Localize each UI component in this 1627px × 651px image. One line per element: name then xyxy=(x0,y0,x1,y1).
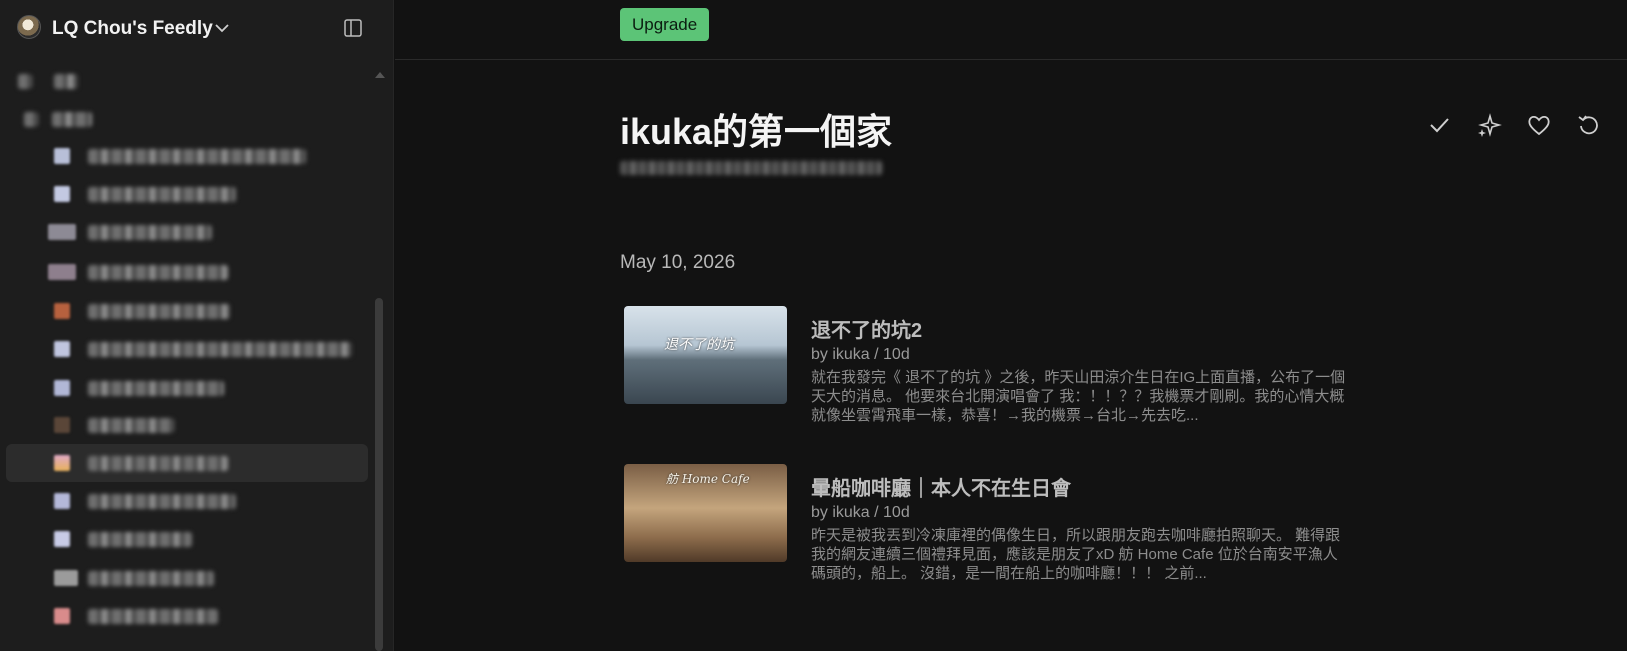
feed-description-blurred xyxy=(620,161,882,175)
sidebar-feed-item[interactable] xyxy=(6,330,368,368)
thumbnail-caption: 舫 Home Cafe xyxy=(666,472,750,486)
sidebar-feed-item[interactable] xyxy=(6,213,368,251)
sidebar-feed-item[interactable] xyxy=(6,369,368,407)
article-snippet: 就在我發完《 退不了的坑 》之後，昨天山田涼介生日在IG上面直播，公布了一個天大… xyxy=(811,369,1346,424)
blurred-label xyxy=(88,418,174,433)
sparkle-icon[interactable] xyxy=(1475,111,1503,139)
article-snippet: 昨天是被我丟到冷凍庫裡的偶像生日，所以跟朋友跑去咖啡廳拍照聊天。 難得跟我的網友… xyxy=(811,527,1341,582)
feed-favicon-icon xyxy=(48,264,76,280)
sidebar-header: LQ Chou's Feedly xyxy=(0,0,394,58)
scrollbar-thumb[interactable] xyxy=(375,298,383,651)
feed-favicon-icon xyxy=(54,493,70,509)
feed-favicon-icon xyxy=(54,417,70,433)
feed-favicon-icon xyxy=(54,303,70,319)
article-card[interactable]: 退不了的坑 退不了的坑2 by ikuka / 10d 就在我發完《 退不了的坑… xyxy=(624,306,1345,424)
blurred-label xyxy=(88,187,236,202)
article-thumbnail[interactable]: 退不了的坑 xyxy=(624,306,787,404)
feed-favicon-icon xyxy=(54,380,70,396)
feed-favicon-icon xyxy=(54,608,70,624)
blurred-label xyxy=(88,609,218,624)
blurred-label xyxy=(88,265,228,280)
feed-list xyxy=(0,60,380,651)
article-card[interactable]: 舫 Home Cafe 暈船咖啡廳｜本人不在生日會 by ikuka / 10d… xyxy=(624,464,1344,582)
sidebar-feed-item[interactable] xyxy=(6,175,368,213)
sidebar-feed-item-selected[interactable] xyxy=(6,444,368,482)
article-thumbnail[interactable]: 舫 Home Cafe xyxy=(624,464,787,562)
refresh-icon[interactable] xyxy=(1575,111,1603,139)
blurred-label xyxy=(88,342,352,357)
sidebar-feed-item[interactable] xyxy=(6,597,368,635)
sidebar-folder[interactable] xyxy=(6,100,368,138)
blurred-label xyxy=(54,74,78,89)
feed-favicon-icon xyxy=(54,455,70,471)
article-meta: by ikuka / 10d xyxy=(811,346,910,363)
blurred-label xyxy=(88,149,306,164)
scroll-up-arrow-icon[interactable] xyxy=(375,72,385,78)
sidebar-panel-icon[interactable] xyxy=(343,18,363,38)
feedly-app: LQ Chou's Feedly Upgrade ikuka的第一個家 May … xyxy=(0,0,1627,651)
top-bar: Upgrade xyxy=(395,0,1627,60)
blurred-label xyxy=(88,304,230,319)
article-title[interactable]: 退不了的坑2 xyxy=(811,314,922,343)
feed-title: ikuka的第一個家 xyxy=(620,111,893,152)
sidebar-feed-item[interactable] xyxy=(6,520,368,558)
sidebar-feed-item[interactable] xyxy=(6,559,368,597)
feed-favicon-icon xyxy=(48,224,76,240)
blurred-label xyxy=(88,571,214,586)
feed-actions xyxy=(1425,111,1615,141)
article-title[interactable]: 暈船咖啡廳｜本人不在生日會 xyxy=(811,472,1071,501)
main-content: Upgrade ikuka的第一個家 May 10, 2026 退不了的坑 退不… xyxy=(395,0,1627,651)
thumbnail-caption: 退不了的坑 xyxy=(664,337,734,353)
blurred-label xyxy=(24,112,38,127)
feed-favicon-icon xyxy=(54,341,70,357)
workspace-avatar[interactable] xyxy=(17,15,41,39)
date-heading: May 10, 2026 xyxy=(620,252,736,273)
blurred-label xyxy=(88,494,236,509)
blurred-label xyxy=(18,74,32,89)
blurred-label xyxy=(88,225,212,240)
sidebar: LQ Chou's Feedly xyxy=(0,0,394,651)
sidebar-feed-item[interactable] xyxy=(6,137,368,175)
workspace-title[interactable]: LQ Chou's Feedly xyxy=(52,18,213,40)
feed-favicon-icon xyxy=(54,570,78,586)
article-meta: by ikuka / 10d xyxy=(811,504,910,521)
sidebar-folder[interactable] xyxy=(6,62,368,100)
sidebar-feed-item[interactable] xyxy=(6,253,368,291)
sidebar-feed-item[interactable] xyxy=(6,406,368,444)
feed-favicon-icon xyxy=(54,148,70,164)
chevron-down-icon[interactable] xyxy=(213,19,231,37)
upgrade-button[interactable]: Upgrade xyxy=(620,8,710,41)
blurred-label xyxy=(52,112,92,127)
check-icon[interactable] xyxy=(1425,111,1453,139)
sidebar-feed-item[interactable] xyxy=(6,292,368,330)
blurred-label xyxy=(88,381,224,396)
sidebar-feed-item[interactable] xyxy=(6,482,368,520)
feed-favicon-icon xyxy=(54,186,70,202)
blurred-label xyxy=(88,532,192,547)
sidebar-scrollbar[interactable] xyxy=(375,68,385,651)
heart-icon[interactable] xyxy=(1525,111,1553,139)
blurred-label xyxy=(88,456,228,471)
feed-favicon-icon xyxy=(54,531,70,547)
